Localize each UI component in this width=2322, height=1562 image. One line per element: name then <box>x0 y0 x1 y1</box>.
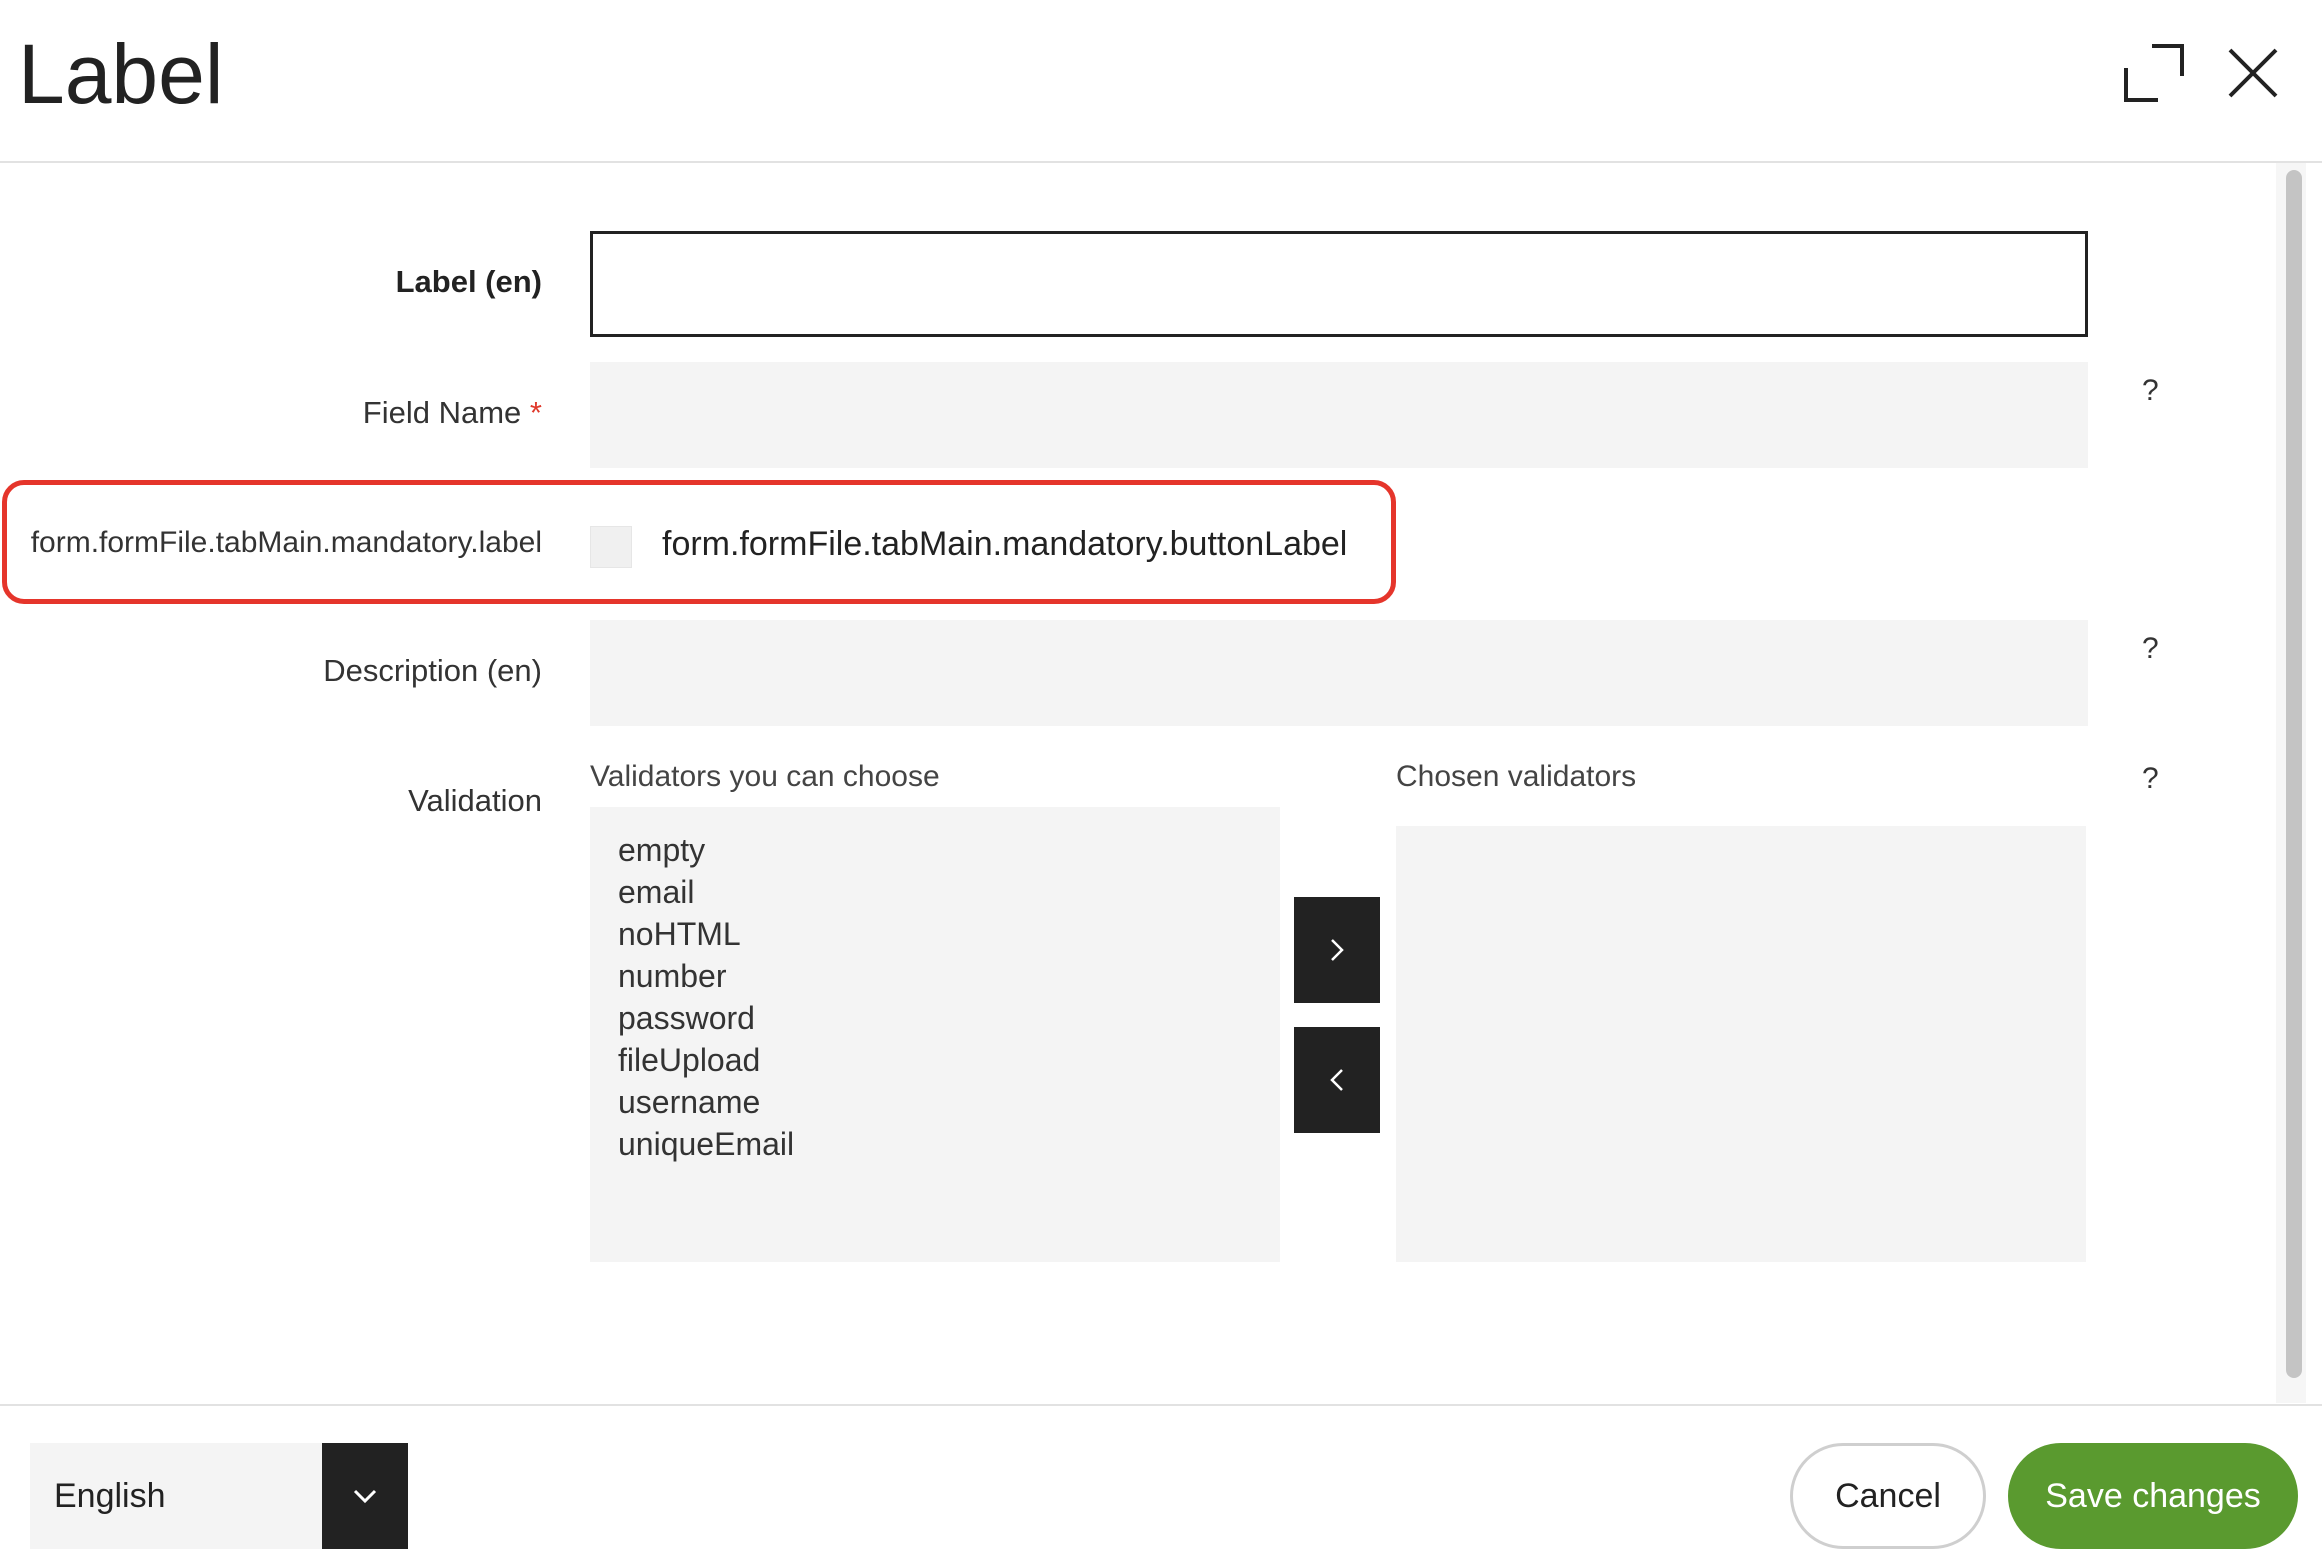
validation-label: Validation <box>408 783 542 818</box>
validator-item[interactable]: noHTML <box>618 913 1280 955</box>
validator-item[interactable]: empty <box>618 829 1280 871</box>
dialog-title: Label <box>18 27 224 121</box>
expand-icon <box>2124 44 2184 102</box>
remove-validator-button[interactable] <box>1294 1027 1380 1133</box>
validator-item[interactable]: uniqueEmail <box>618 1123 1280 1165</box>
close-icon <box>2228 48 2278 98</box>
available-validators-list[interactable]: empty email noHTML number password fileU… <box>590 807 1280 1262</box>
field-name-label-text: Field Name <box>362 395 522 430</box>
validator-item[interactable]: username <box>618 1081 1280 1123</box>
validator-item[interactable]: password <box>618 997 1280 1039</box>
label-input[interactable] <box>590 231 2088 337</box>
language-select[interactable]: English <box>30 1443 408 1549</box>
language-value: English <box>54 1477 166 1515</box>
cancel-button[interactable]: Cancel <box>1790 1443 1986 1549</box>
mandatory-checkbox[interactable] <box>590 526 632 568</box>
chosen-validators-list[interactable] <box>1396 826 2086 1262</box>
validator-item[interactable]: number <box>618 955 1280 997</box>
add-validator-button[interactable] <box>1294 897 1380 1003</box>
field-name-input[interactable] <box>590 362 2088 468</box>
mandatory-button-label[interactable]: form.formFile.tabMain.mandatory.buttonLa… <box>662 525 1347 564</box>
expand-button[interactable] <box>2124 42 2186 107</box>
field-name-help-icon[interactable]: ? <box>2142 374 2159 408</box>
chevron-right-icon <box>1331 939 1344 961</box>
description-input[interactable] <box>590 620 2088 726</box>
validation-help-icon[interactable]: ? <box>2142 762 2159 796</box>
validator-item[interactable]: fileUpload <box>618 1039 1280 1081</box>
chosen-validators-label: Chosen validators <box>1396 760 1637 793</box>
save-changes-button[interactable]: Save changes <box>2008 1443 2298 1549</box>
footer-divider <box>0 1404 2322 1406</box>
chevron-left-icon <box>1330 1069 1343 1091</box>
required-mark: * <box>529 395 542 430</box>
description-help-icon[interactable]: ? <box>2142 632 2159 666</box>
description-label: Description (en) <box>323 653 542 688</box>
chevron-down-icon <box>353 1489 377 1504</box>
close-button[interactable] <box>2226 46 2280 103</box>
scrollbar-thumb[interactable] <box>2286 170 2302 1378</box>
language-dropdown-button[interactable] <box>322 1443 408 1549</box>
validator-item[interactable]: email <box>618 871 1280 913</box>
field-name-label: Field Name * <box>363 395 542 431</box>
mandatory-label: form.formFile.tabMain.mandatory.label <box>30 526 542 559</box>
available-validators-label: Validators you can choose <box>590 760 940 793</box>
header-divider <box>0 161 2322 163</box>
label-field-label: Label (en) <box>395 264 542 299</box>
